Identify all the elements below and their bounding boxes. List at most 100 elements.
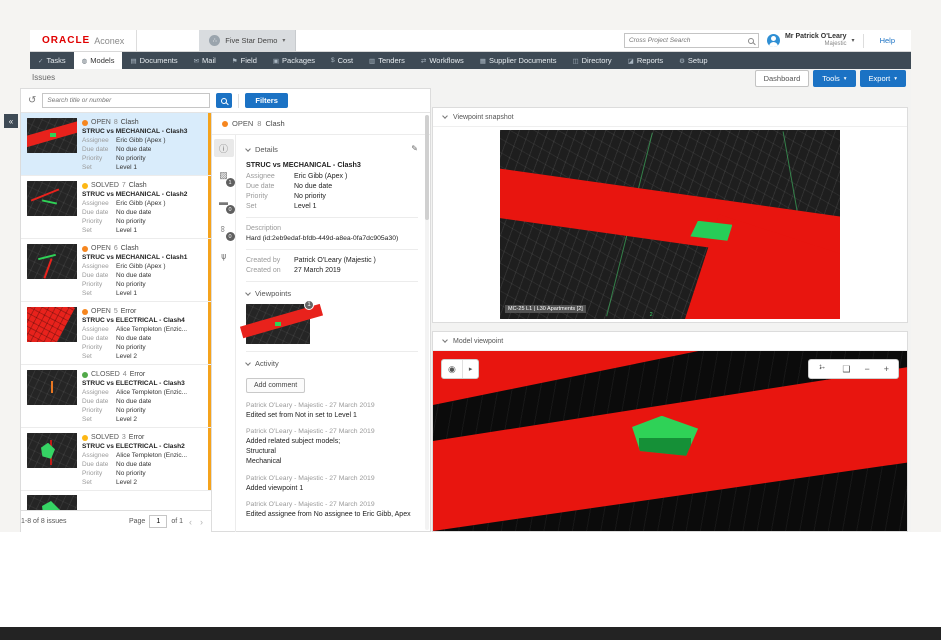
divider: [863, 34, 864, 48]
nav-tenders[interactable]: ▥Tenders: [361, 52, 413, 69]
lower-background: [0, 532, 941, 627]
model-viewpoint-header[interactable]: Model viewpoint: [433, 332, 907, 351]
nav-setup[interactable]: ⚙Setup: [671, 52, 715, 69]
description-label: Description: [246, 225, 418, 232]
zoom-in-button[interactable]: +: [877, 364, 896, 374]
model-3d-viewer[interactable]: ◉ ▸ ↔↕ ❑ − +: [433, 351, 907, 531]
description-value: Hard (id:2eb9edaf-bfdb-449d-a8ea-0fa7dc9…: [246, 235, 418, 242]
header-right: Mr Patrick O'Leary Majestic ▾ Help: [624, 30, 911, 51]
top-actions: Dashboard Tools▾ Export▾: [755, 70, 906, 87]
cross-project-search[interactable]: [624, 33, 759, 48]
project-selector[interactable]: ∴ Five Star Demo ▾: [199, 30, 296, 51]
issue-thumbnail: [27, 307, 77, 342]
related-models-tab[interactable]: ⋔: [214, 247, 234, 265]
issue-thumbnail: [27, 181, 77, 216]
activity-meta: Patrick O'Leary - Majestic - 27 March 20…: [246, 428, 418, 435]
divider: [246, 217, 418, 218]
issue-card[interactable]: OPEN5Error STRUC vs ELECTRICAL - Clash4 …: [21, 302, 211, 365]
viewpoint-snapshot-header[interactable]: Viewpoint snapshot: [433, 108, 907, 127]
visibility-eye-button[interactable]: ◉: [442, 360, 462, 378]
nav-tasks[interactable]: ✓Tasks: [30, 52, 74, 69]
chevron-down-icon: [245, 290, 251, 296]
issue-card[interactable]: OPEN6Clash STRUC vs MECHANICAL - Clash1 …: [21, 239, 211, 302]
collapse-issues-panel-button[interactable]: «: [4, 114, 18, 128]
nav-workflows[interactable]: ⇄Workflows: [413, 52, 472, 69]
prev-page-icon[interactable]: ‹: [187, 517, 194, 527]
dashboard-button[interactable]: Dashboard: [755, 70, 810, 87]
issue-search-input[interactable]: [47, 97, 205, 104]
pan-button[interactable]: ↔↕: [811, 363, 835, 375]
issue-details-panel: OPEN 8 Clash ⓘ ▨1 ▬0 ∞0 ⋔ Details ✎: [212, 113, 430, 532]
page-input[interactable]: [149, 515, 167, 528]
refresh-icon[interactable]: ↺: [28, 96, 36, 106]
issue-count: 1-8 of 8 issues: [21, 518, 67, 525]
viewer-right-toolbar: ↔↕ ❑ − +: [808, 359, 899, 379]
project-avatar-icon: ∴: [209, 35, 220, 46]
nav-field[interactable]: ⚑Field: [224, 52, 265, 69]
nav-supplier-documents[interactable]: ▦Supplier Documents: [472, 52, 565, 69]
nav-directory[interactable]: ◫Directory: [564, 52, 619, 69]
next-page-icon[interactable]: ›: [198, 517, 205, 527]
nav-mail[interactable]: ✉Mail: [186, 52, 224, 69]
snapshot-grid-label: 2: [650, 312, 653, 318]
chevron-down-icon: [245, 360, 251, 366]
details-section-header[interactable]: Details ✎: [246, 145, 418, 154]
export-button[interactable]: Export▾: [860, 70, 906, 87]
tenders-icon: ▥: [369, 57, 375, 65]
status-dot-solved: [82, 435, 88, 441]
status-dot-open: [82, 246, 88, 252]
brand-logo: ORACLE Aconex: [30, 30, 137, 51]
zoom-out-button[interactable]: −: [857, 364, 876, 374]
cross-project-search-input[interactable]: [629, 37, 748, 44]
nav-cost[interactable]: $Cost: [323, 52, 361, 69]
tools-button[interactable]: Tools▾: [813, 70, 855, 87]
issue-title: STRUC vs ELECTRICAL - Clash3: [82, 380, 205, 389]
scrollbar[interactable]: [425, 115, 429, 530]
user-menu[interactable]: Mr Patrick O'Leary Majestic ▾: [767, 33, 855, 47]
attachments-tab[interactable]: ∞0: [214, 220, 234, 238]
info-tab[interactable]: ⓘ: [214, 139, 234, 157]
reports-icon: ◪: [628, 57, 634, 65]
nav-documents[interactable]: ▤Documents: [122, 52, 185, 69]
cube-view-button[interactable]: ❑: [835, 364, 857, 375]
issue-thumbnail: [27, 370, 77, 405]
activity-section-header[interactable]: Activity: [246, 359, 418, 368]
scrollbar-thumb[interactable]: [425, 115, 429, 220]
help-link[interactable]: Help: [872, 36, 903, 45]
add-comment-button[interactable]: Add comment: [246, 378, 305, 393]
activity-text: Edited set from Not in set to Level 1: [246, 411, 418, 421]
issue-search-button[interactable]: [216, 93, 232, 108]
issue-card[interactable]: SOLVED7Clash STRUC vs MECHANICAL - Clash…: [21, 176, 211, 239]
issue-thumbnail: [27, 244, 77, 279]
status-strip: [208, 176, 211, 238]
chevron-down-icon: ▾: [852, 37, 855, 44]
filters-button[interactable]: Filters: [245, 93, 288, 108]
nav-models[interactable]: ◍Models: [74, 52, 123, 69]
issue-search-box[interactable]: [42, 93, 210, 108]
status-dot-open: [222, 121, 228, 127]
issue-card[interactable]: CLOSED4Error STRUC vs ELECTRICAL - Clash…: [21, 365, 211, 428]
issue-thumbnail: [27, 495, 77, 510]
status-strip: [208, 113, 211, 175]
paperclip-icon: ∞: [218, 226, 228, 232]
viewpoints-tab[interactable]: ▨1: [214, 166, 234, 184]
chevron-down-icon: ▾: [282, 37, 285, 44]
user-org: Majestic: [785, 41, 847, 48]
issue-card-partial[interactable]: [21, 491, 211, 510]
search-icon[interactable]: [748, 38, 754, 44]
status-dot-open: [82, 120, 88, 126]
mail-icon: ✉: [194, 57, 199, 65]
issue-card[interactable]: SOLVED3Error STRUC vs ELECTRICAL - Clash…: [21, 428, 211, 491]
nav-reports[interactable]: ◪Reports: [620, 52, 671, 69]
activity-meta: Patrick O'Leary - Majestic - 27 March 20…: [246, 475, 418, 482]
issue-card[interactable]: OPEN8Clash STRUC vs MECHANICAL - Clash3 …: [21, 113, 211, 176]
comments-tab[interactable]: ▬0: [214, 193, 234, 211]
nav-packages[interactable]: ▣Packages: [265, 52, 323, 69]
divider: [246, 249, 418, 250]
project-name: Five Star Demo: [225, 36, 277, 45]
expand-toolbar-button[interactable]: ▸: [463, 360, 479, 378]
issue-title: STRUC vs MECHANICAL - Clash2: [82, 191, 205, 200]
viewpoints-section-header[interactable]: Viewpoints: [246, 289, 418, 298]
edit-pencil-icon[interactable]: ✎: [411, 144, 418, 153]
viewpoint-thumbnail[interactable]: 1: [246, 304, 310, 344]
